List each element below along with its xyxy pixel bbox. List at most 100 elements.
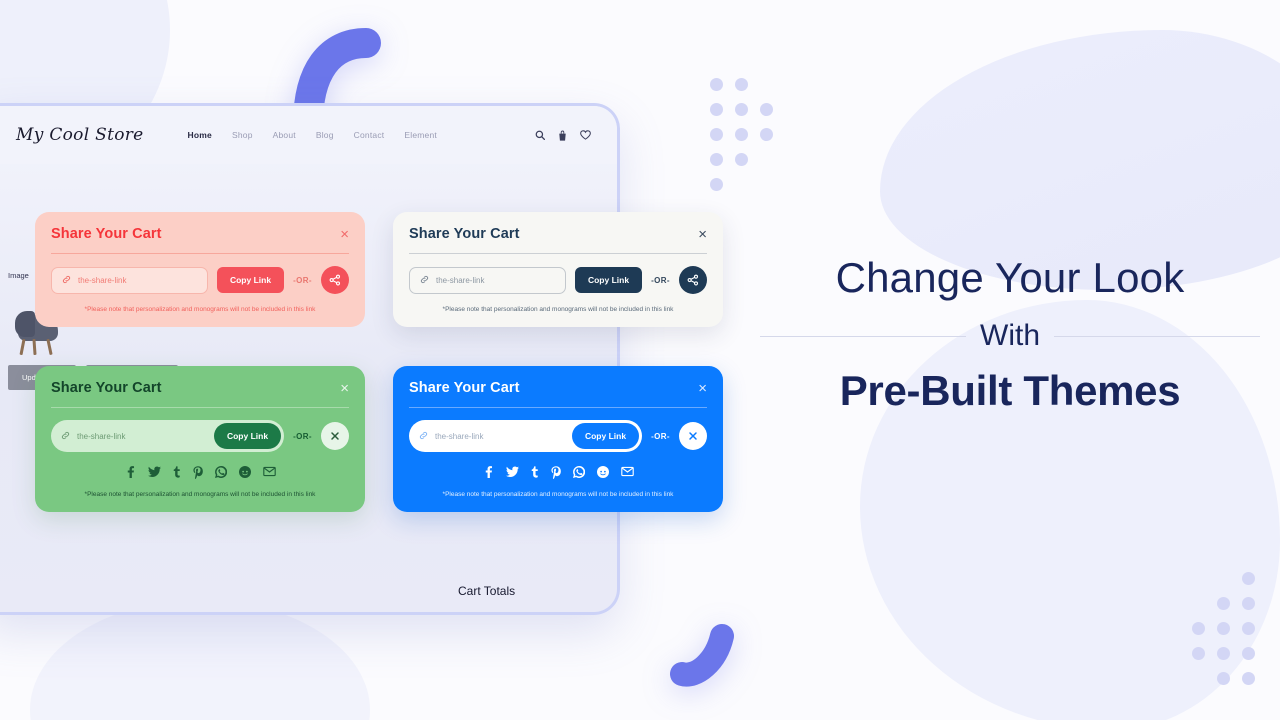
share-cart-card-green: Share Your Cart × the-share-link Copy Li… bbox=[35, 366, 365, 512]
decor-dot-spacer bbox=[1192, 597, 1205, 610]
email-icon[interactable] bbox=[262, 466, 276, 479]
decor-dot bbox=[1242, 597, 1255, 610]
social-share-row bbox=[51, 466, 349, 479]
close-icon[interactable]: × bbox=[698, 381, 707, 396]
card-note: *Please note that personalization and mo… bbox=[442, 491, 674, 498]
whatsapp-icon[interactable] bbox=[214, 466, 227, 479]
decor-dot bbox=[1217, 647, 1230, 660]
twitter-icon[interactable] bbox=[147, 466, 161, 479]
card-header: Share Your Cart × bbox=[51, 380, 349, 396]
decor-dot bbox=[735, 103, 748, 116]
search-icon[interactable] bbox=[535, 130, 545, 140]
site-navbar: My Cool Store Home Shop About Blog Conta… bbox=[0, 106, 617, 164]
pinterest-icon[interactable] bbox=[550, 466, 561, 479]
share-link-placeholder: the-share-link bbox=[435, 431, 484, 441]
decor-dot bbox=[1192, 622, 1205, 635]
share-nodes-icon[interactable] bbox=[679, 266, 707, 294]
share-cart-card-white: Share Your Cart × the-share-link Copy Li… bbox=[393, 212, 723, 327]
cart-totals-title: Cart Totals bbox=[458, 584, 516, 598]
nav-link-home[interactable]: Home bbox=[188, 130, 212, 140]
decor-dot bbox=[1242, 622, 1255, 635]
share-row: the-share-link Copy Link -OR- bbox=[51, 266, 349, 294]
storefront-preview: My Cool Store Home Shop About Blog Conta… bbox=[0, 103, 620, 615]
pinterest-icon[interactable] bbox=[192, 466, 203, 479]
share-link-input[interactable]: the-share-link Copy Link bbox=[51, 420, 285, 452]
decor-dot-spacer bbox=[1217, 572, 1230, 585]
card-title: Share Your Cart bbox=[409, 226, 520, 242]
email-icon[interactable] bbox=[620, 466, 634, 479]
share-link-input[interactable]: the-share-link Copy Link bbox=[409, 420, 643, 452]
reddit-icon[interactable] bbox=[238, 466, 251, 479]
decor-dot bbox=[710, 178, 723, 191]
copy-link-button[interactable]: Copy Link bbox=[574, 267, 643, 293]
copy-link-button[interactable]: Copy Link bbox=[571, 423, 640, 449]
blob-bottom-left bbox=[30, 600, 370, 720]
nav-link-contact[interactable]: Contact bbox=[354, 130, 385, 140]
share-cart-card-blue: Share Your Cart × the-share-link Copy Li… bbox=[393, 366, 723, 512]
whatsapp-icon[interactable] bbox=[572, 466, 585, 479]
nav-link-shop[interactable]: Shop bbox=[232, 130, 253, 140]
link-icon bbox=[419, 427, 428, 445]
decor-dot bbox=[735, 128, 748, 141]
nav-links: Home Shop About Blog Contact Element bbox=[188, 130, 437, 140]
or-separator: -OR- bbox=[293, 431, 312, 441]
decor-dot-spacer bbox=[760, 153, 773, 166]
decor-dot bbox=[710, 128, 723, 141]
social-share-row bbox=[409, 466, 707, 479]
copy-link-button[interactable]: Copy Link bbox=[213, 423, 282, 449]
or-separator: -OR- bbox=[651, 431, 670, 441]
reddit-icon[interactable] bbox=[596, 466, 609, 479]
cart-icon[interactable] bbox=[558, 130, 567, 141]
headline-connector: With bbox=[980, 319, 1040, 353]
tumblr-icon[interactable] bbox=[531, 466, 539, 479]
card-title: Share Your Cart bbox=[51, 380, 162, 396]
decor-dot bbox=[1242, 572, 1255, 585]
card-note: *Please note that personalization and mo… bbox=[84, 491, 316, 498]
nav-icons bbox=[535, 130, 591, 141]
promo-headline: Change Your Look With Pre-Built Themes bbox=[760, 254, 1260, 415]
close-icon[interactable]: × bbox=[340, 227, 349, 242]
blob-top-right bbox=[880, 30, 1280, 290]
decor-dot bbox=[1192, 647, 1205, 660]
divider bbox=[409, 407, 707, 408]
site-logo[interactable]: My Cool Store bbox=[16, 125, 144, 145]
card-note: *Please note that personalization and mo… bbox=[84, 306, 316, 313]
card-header: Share Your Cart × bbox=[409, 380, 707, 396]
share-link-placeholder: the-share-link bbox=[78, 275, 127, 285]
heart-icon[interactable] bbox=[580, 130, 591, 140]
close-icon[interactable]: × bbox=[698, 227, 707, 242]
decor-dot-grid-top bbox=[710, 78, 773, 191]
share-nodes-icon[interactable] bbox=[321, 266, 349, 294]
facebook-icon[interactable] bbox=[483, 466, 494, 479]
divider bbox=[51, 407, 349, 408]
or-separator: -OR- bbox=[651, 275, 670, 285]
share-link-input[interactable]: the-share-link bbox=[409, 266, 566, 294]
headline-line-3: Pre-Built Themes bbox=[839, 367, 1181, 415]
divider bbox=[409, 253, 707, 254]
decor-dot-grid-bottom bbox=[1192, 572, 1255, 685]
decor-dot bbox=[760, 103, 773, 116]
share-row: the-share-link Copy Link -OR- bbox=[409, 420, 707, 452]
share-link-input[interactable]: the-share-link bbox=[51, 266, 208, 294]
close-x-icon[interactable] bbox=[679, 422, 707, 450]
decor-dot bbox=[760, 128, 773, 141]
share-cart-card-red: Share Your Cart × the-share-link Copy Li… bbox=[35, 212, 365, 327]
twitter-icon[interactable] bbox=[505, 466, 519, 479]
close-x-icon[interactable] bbox=[321, 422, 349, 450]
decor-dot-spacer bbox=[760, 178, 773, 191]
card-title: Share Your Cart bbox=[409, 380, 520, 396]
headline-rule-right bbox=[1054, 335, 1260, 337]
card-header: Share Your Cart × bbox=[409, 226, 707, 242]
decor-dot bbox=[710, 103, 723, 116]
facebook-icon[interactable] bbox=[125, 466, 136, 479]
nav-link-element[interactable]: Element bbox=[404, 130, 437, 140]
nav-link-blog[interactable]: Blog bbox=[316, 130, 334, 140]
decor-dot bbox=[710, 153, 723, 166]
divider bbox=[51, 253, 349, 254]
copy-link-button[interactable]: Copy Link bbox=[216, 267, 285, 293]
tumblr-icon[interactable] bbox=[173, 466, 181, 479]
nav-link-about[interactable]: About bbox=[273, 130, 296, 140]
close-icon[interactable]: × bbox=[340, 381, 349, 396]
or-separator: -OR- bbox=[293, 275, 312, 285]
decor-dot bbox=[710, 78, 723, 91]
